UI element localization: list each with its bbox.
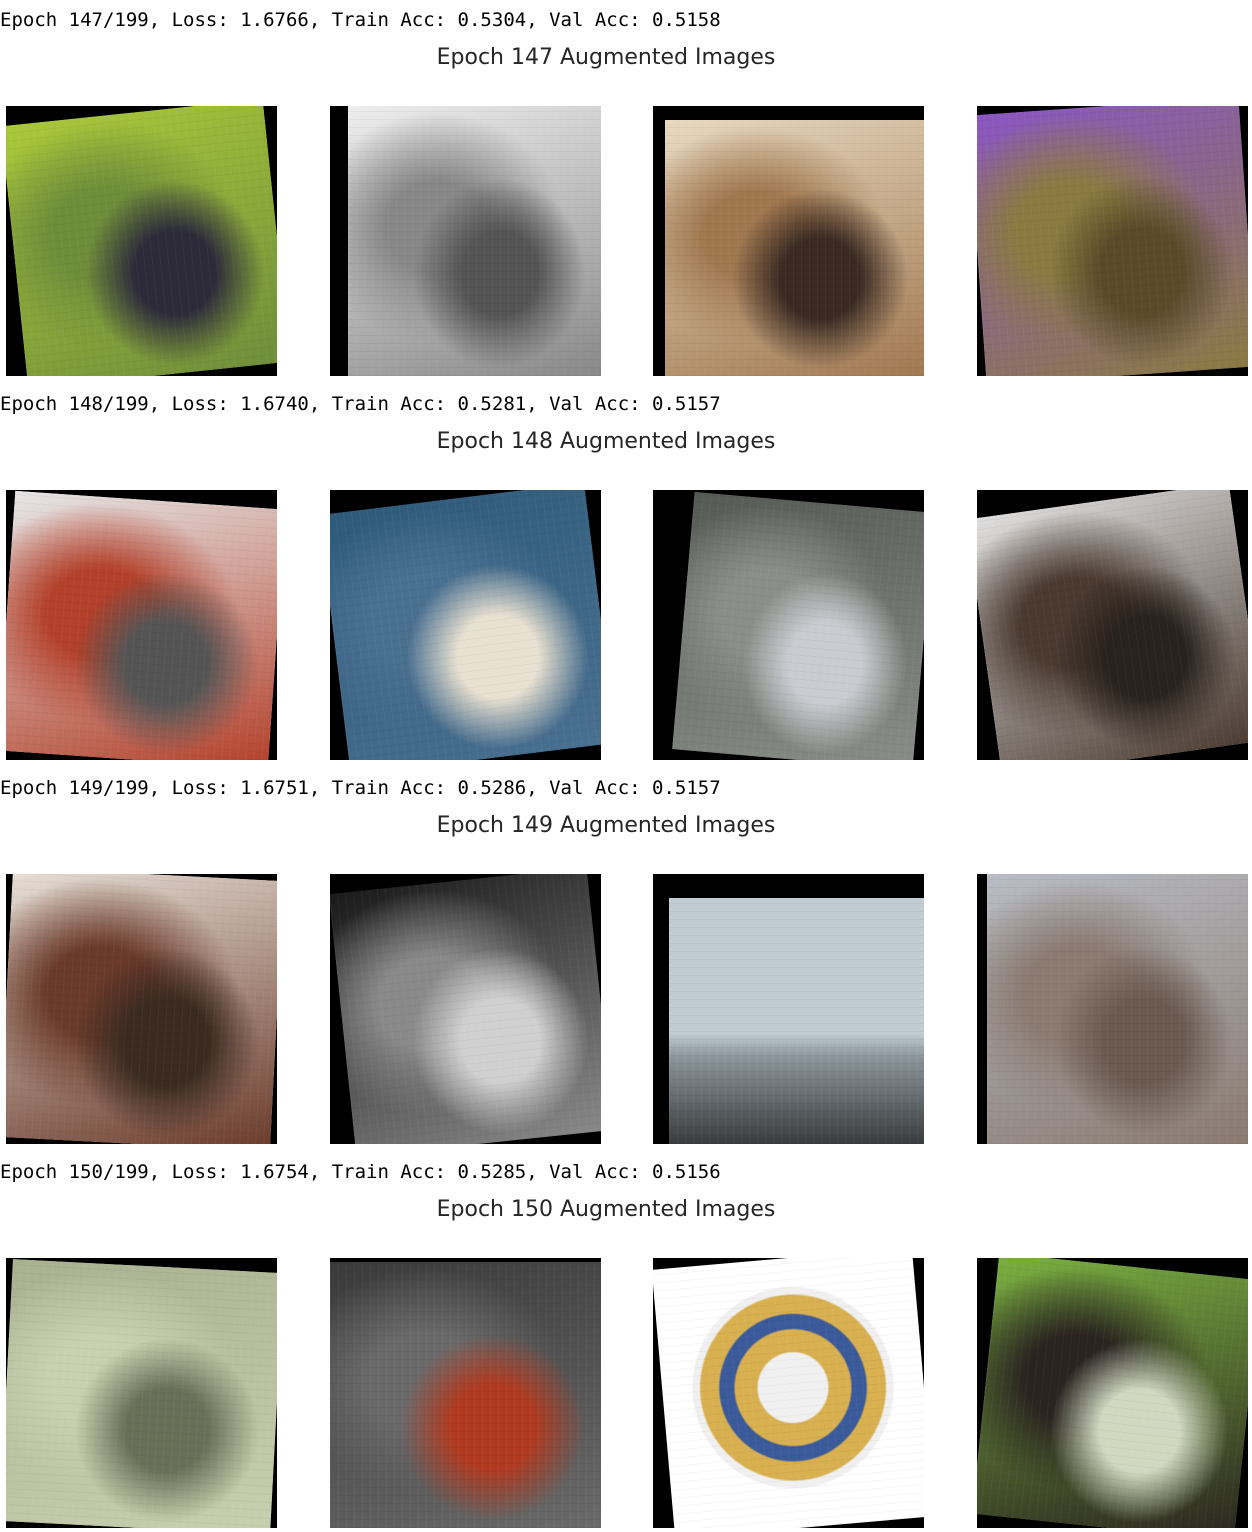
epoch-147-title: Epoch 147 Augmented Images: [436, 45, 776, 70]
epoch-148-image-bird-bushes: [977, 490, 1248, 760]
bird-leaves-pixel-grid: [977, 1258, 1248, 1528]
epoch-149-image-sea-sky: [653, 874, 924, 1144]
forest-pixel-grid: [6, 1259, 277, 1528]
bird-leaves-content: [977, 1258, 1248, 1528]
epoch-148-image-red-truck: [6, 490, 277, 760]
plate-circle-content: [653, 1258, 924, 1528]
epoch-147-log: Epoch 147/199, Loss: 1.6766, Train Acc: …: [0, 9, 721, 31]
mouse-content: [987, 874, 1248, 1144]
epoch-149-title: Epoch 149 Augmented Images: [436, 813, 776, 838]
chair-content: [977, 106, 1248, 376]
ring-object-content: [672, 491, 924, 760]
forest-content: [6, 1259, 277, 1528]
red-truck-pixel-grid: [6, 490, 277, 760]
dolphin-water-content: [330, 490, 601, 760]
epoch-149-image-person-grayscale: [330, 874, 601, 1144]
bird-bushes-pixel-grid: [977, 490, 1248, 760]
monkey-content: [6, 106, 277, 376]
crab-pixel-grid: [6, 874, 277, 1144]
epoch-148-log: Epoch 148/199, Loss: 1.6740, Train Acc: …: [0, 393, 721, 415]
chair-pixel-grid: [977, 106, 1248, 376]
epoch-148-image-dolphin-water: [330, 490, 601, 760]
cat-closeup-content: [665, 120, 924, 376]
bird-bushes-content: [977, 490, 1248, 760]
mouse-pixel-grid: [987, 874, 1248, 1144]
sea-sky-content: [669, 898, 924, 1144]
dolphin-grayscale-pixel-grid: [348, 106, 601, 376]
epoch-150-title: Epoch 150 Augmented Images: [436, 1197, 776, 1222]
cat-closeup-pixel-grid: [665, 120, 924, 376]
epoch-149-image-mouse: [977, 874, 1248, 1144]
epoch-150-image-bird-leaves: [977, 1258, 1248, 1528]
epoch-150-image-forest: [6, 1258, 277, 1528]
monkey-pixel-grid: [6, 106, 277, 376]
epoch-148-title: Epoch 148 Augmented Images: [436, 429, 776, 454]
ring-object-pixel-grid: [672, 491, 924, 760]
epoch-147-image-monkey: [6, 106, 277, 376]
dolphin-grayscale-content: [348, 106, 601, 376]
plate-circle-pixel-grid: [653, 1258, 924, 1528]
epoch-149-image-crab: [6, 874, 277, 1144]
person-grayscale-content: [330, 874, 601, 1144]
epoch-147-image-dolphin-grayscale: [330, 106, 601, 376]
train-content: [330, 1262, 601, 1528]
red-truck-content: [6, 490, 277, 760]
epoch-147-image-cat-closeup: [653, 106, 924, 376]
crab-content: [6, 874, 277, 1144]
epoch-150-image-plate-circle: [653, 1258, 924, 1528]
epoch-147-image-chair: [977, 106, 1248, 376]
epoch-150-image-train: [330, 1258, 601, 1528]
epoch-148-image-ring-object: [653, 490, 924, 760]
dolphin-water-pixel-grid: [330, 490, 601, 760]
epoch-150-log: Epoch 150/199, Loss: 1.6754, Train Acc: …: [0, 1161, 721, 1183]
train-pixel-grid: [330, 1262, 601, 1528]
person-grayscale-pixel-grid: [330, 874, 601, 1144]
epoch-149-log: Epoch 149/199, Loss: 1.6751, Train Acc: …: [0, 777, 721, 799]
sea-sky-pixel-grid: [669, 898, 924, 1144]
